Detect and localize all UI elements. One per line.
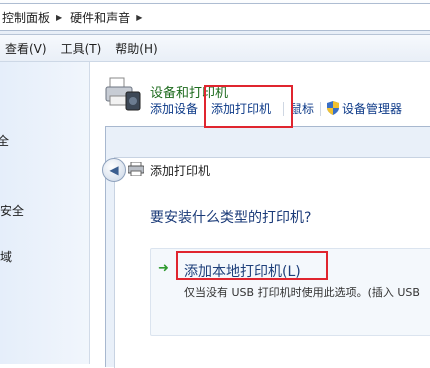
- breadcrumb[interactable]: 控制面板 ▶ 硬件和声音 ▶: [0, 3, 430, 31]
- chevron-right-icon[interactable]: ▶: [136, 13, 142, 22]
- breadcrumb-item-control-panel[interactable]: 控制面板: [2, 9, 50, 26]
- main-content: 设备和打印机 添加设备 添加打印机 鼠标 设备管理器 ◀ 添加打印机 要安装什么…: [90, 62, 430, 368]
- back-button[interactable]: ◀: [102, 158, 126, 182]
- device-manager-label: 设备管理器: [342, 102, 403, 116]
- highlight-add-local-printer: [176, 251, 328, 280]
- device-manager-button[interactable]: 设备管理器: [327, 100, 402, 117]
- printer-icon: [128, 162, 144, 176]
- add-local-printer-description: 仅当没有 USB 打印机时使用此选项。(插入 USB: [184, 286, 420, 299]
- shield-icon: [327, 101, 340, 115]
- chevron-right-icon[interactable]: ▶: [56, 13, 62, 22]
- menu-tools[interactable]: 工具(T): [54, 40, 109, 57]
- arrow-left-icon: ◀: [109, 163, 119, 177]
- printer-type-question: 要安装什么类型的打印机?: [150, 210, 312, 226]
- printer-device-icon: [105, 77, 141, 111]
- wizard-title: 添加打印机: [150, 164, 211, 178]
- menu-help[interactable]: 帮助(H): [108, 40, 164, 57]
- breadcrumb-item-hardware-sound[interactable]: 硬件和声音: [70, 9, 130, 26]
- navigation-pane: 全 安全 域: [0, 62, 90, 364]
- menu-bar: 查看(V) 工具(T) 帮助(H): [0, 35, 430, 62]
- menu-view[interactable]: 查看(V): [0, 40, 54, 57]
- nav-item-partial-1[interactable]: 全: [0, 132, 9, 149]
- green-arrow-icon: ➜: [158, 261, 169, 276]
- toolbar-divider: [320, 101, 322, 116]
- highlight-add-printer: [204, 85, 293, 128]
- nav-item-partial-2[interactable]: 域: [0, 248, 12, 265]
- add-device-button[interactable]: 添加设备: [150, 100, 198, 117]
- nav-item-security[interactable]: 安全: [0, 202, 24, 219]
- address-bar[interactable]: 控制面板 ▶ 硬件和声音 ▶: [0, 0, 430, 35]
- mouse-button[interactable]: 鼠标: [290, 100, 314, 117]
